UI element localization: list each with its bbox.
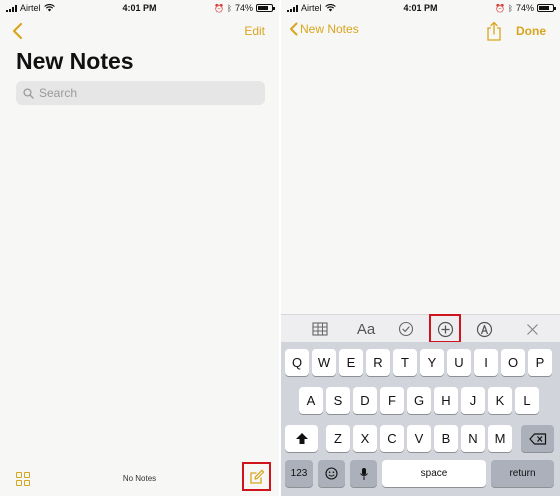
space-key[interactable]: space <box>382 460 486 487</box>
emoji-icon <box>325 467 338 480</box>
done-button[interactable]: Done <box>516 24 546 38</box>
page-title: New Notes <box>16 48 134 74</box>
key-l[interactable]: L <box>515 387 539 414</box>
back-chevron-icon[interactable] <box>10 22 26 40</box>
search-field[interactable]: Search <box>16 81 265 105</box>
markup-icon[interactable] <box>474 319 494 339</box>
key-w[interactable]: W <box>312 349 336 376</box>
edit-button[interactable]: Edit <box>244 24 265 38</box>
share-icon[interactable] <box>486 21 502 41</box>
key-a[interactable]: A <box>299 387 323 414</box>
key-u[interactable]: U <box>447 349 471 376</box>
key-p[interactable]: P <box>528 349 552 376</box>
numbers-key[interactable]: 123 <box>285 460 313 487</box>
bluetooth-icon: ᛒ <box>508 3 513 13</box>
battery-percent: 74% <box>234 3 253 13</box>
return-key[interactable]: return <box>491 460 554 487</box>
shift-icon <box>295 433 308 444</box>
key-s[interactable]: S <box>326 387 350 414</box>
search-placeholder: Search <box>39 86 78 100</box>
key-v[interactable]: V <box>407 425 431 452</box>
search-icon <box>23 87 34 99</box>
notes-list-screen: Airtel 4:01 PM ⏰ ᛒ 74% Edit New Notes Se… <box>0 0 279 496</box>
battery-percent: 74% <box>515 3 534 13</box>
battery-icon <box>537 4 556 12</box>
delete-key[interactable] <box>521 425 554 452</box>
key-b[interactable]: B <box>434 425 458 452</box>
alarm-icon: ⏰ <box>495 3 506 13</box>
key-x[interactable]: X <box>353 425 377 452</box>
status-bar: Airtel 4:01 PM ⏰ ᛒ 74% <box>281 0 560 16</box>
key-e[interactable]: E <box>339 349 363 376</box>
key-m[interactable]: M <box>488 425 512 452</box>
new-note-editor-screen: Airtel 4:01 PM ⏰ ᛒ 74% New Notes Done Aa <box>281 0 560 496</box>
plus-circle-icon[interactable] <box>435 319 455 339</box>
key-g[interactable]: G <box>407 387 431 414</box>
key-k[interactable]: K <box>488 387 512 414</box>
status-bar: Airtel 4:01 PM ⏰ ᛒ 74% <box>0 0 279 16</box>
key-o[interactable]: O <box>501 349 525 376</box>
compose-highlight-box[interactable] <box>242 462 271 491</box>
microphone-icon <box>359 467 368 480</box>
battery-icon <box>256 4 275 12</box>
key-z[interactable]: Z <box>326 425 350 452</box>
shift-key[interactable] <box>285 425 318 452</box>
key-n[interactable]: N <box>461 425 485 452</box>
backspace-icon <box>528 432 546 445</box>
bottom-toolbar: No Notes <box>0 462 279 496</box>
key-i[interactable]: I <box>474 349 498 376</box>
back-chevron-icon <box>290 22 298 36</box>
close-icon[interactable] <box>522 319 542 339</box>
notes-count-label: No Notes <box>122 474 157 483</box>
key-d[interactable]: D <box>353 387 377 414</box>
dictation-key[interactable] <box>350 460 377 487</box>
back-label: New Notes <box>300 22 359 36</box>
key-j[interactable]: J <box>461 387 485 414</box>
key-h[interactable]: H <box>434 387 458 414</box>
compose-icon[interactable] <box>249 469 265 485</box>
alarm-icon: ⏰ <box>214 3 225 13</box>
checklist-icon[interactable] <box>396 319 416 339</box>
key-y[interactable]: Y <box>420 349 444 376</box>
key-t[interactable]: T <box>393 349 417 376</box>
key-r[interactable]: R <box>366 349 390 376</box>
text-style-button[interactable]: Aa <box>352 319 380 339</box>
key-q[interactable]: Q <box>285 349 309 376</box>
key-c[interactable]: C <box>380 425 404 452</box>
keyboard: Q W E R T Y U I O P A S D F G H J K L Z … <box>281 342 560 496</box>
key-f[interactable]: F <box>380 387 404 414</box>
table-icon[interactable] <box>310 319 330 339</box>
back-button[interactable]: New Notes <box>289 22 359 36</box>
format-toolbar: Aa <box>281 314 560 343</box>
bluetooth-icon: ᛒ <box>227 3 232 13</box>
emoji-key[interactable] <box>318 460 345 487</box>
